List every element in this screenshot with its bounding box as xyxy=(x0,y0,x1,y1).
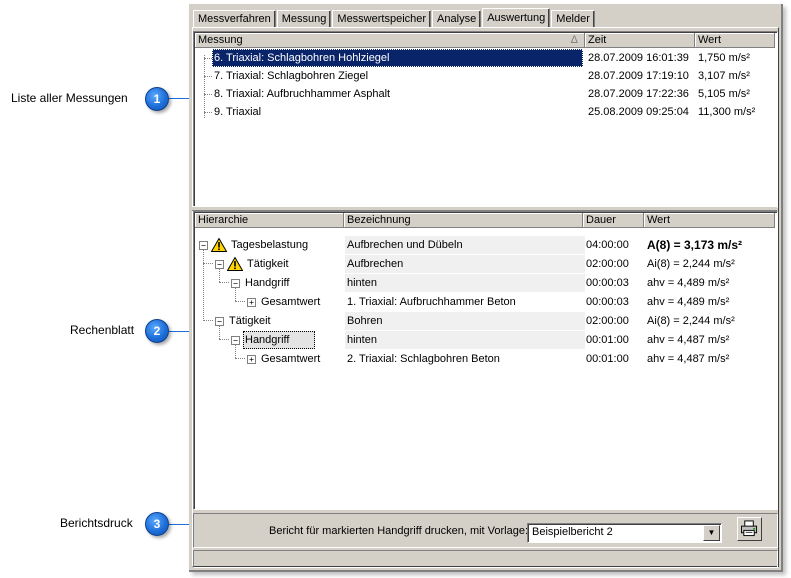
tab-analyse[interactable]: Analyse xyxy=(432,10,482,27)
warning-triangle-icon xyxy=(211,238,227,252)
value-cell: ahv = 4,489 m/s² xyxy=(647,296,730,308)
value-cell: ahv = 4,487 m/s² xyxy=(647,353,730,365)
measurement-row[interactable]: 9. Triaxial 25.08.2009 09:25:04 11,300 m… xyxy=(195,103,776,121)
worksheet-row[interactable]: − Tätigkeit Bohren 02:00:00 Ai(8) = 2,24… xyxy=(195,312,776,330)
callout-label-1: Liste aller Messungen xyxy=(11,91,128,105)
hierarchy-label: Tätigkeit xyxy=(247,258,289,270)
measurement-value: 5,105 m/s² xyxy=(698,88,750,100)
callout-label-3: Berichtsdruck xyxy=(60,516,133,530)
worksheet-row[interactable]: − Handgriff hinten 00:00:03 ahv = 4,489 … xyxy=(195,274,776,292)
callout-badge-2: 2 xyxy=(145,319,169,343)
hierarchy-label: Tagesbelastung xyxy=(231,239,309,251)
column-header-messung[interactable]: Messung Δ xyxy=(195,33,585,48)
measurement-time: 25.08.2009 09:25:04 xyxy=(588,106,689,118)
measurement-time: 28.07.2009 17:22:36 xyxy=(588,88,689,100)
duration-cell: 00:01:00 xyxy=(586,353,629,365)
collapse-icon[interactable]: − xyxy=(215,317,224,326)
measurement-row[interactable]: 7. Triaxial: Schlagbohren Ziegel 28.07.2… xyxy=(195,67,776,85)
hierarchy-label: Gesamtwert xyxy=(261,353,321,365)
duration-cell: 00:00:03 xyxy=(586,277,629,289)
measurement-name: 7. Triaxial: Schlagbohren Ziegel xyxy=(214,70,369,82)
tab-strip: Messverfahren Messung Messwertspeicher A… xyxy=(193,7,596,28)
column-header-wert[interactable]: Wert xyxy=(695,33,775,48)
measurement-value: 3,107 m/s² xyxy=(698,70,750,82)
warning-triangle-icon xyxy=(227,257,243,271)
hierarchy-label: Tätigkeit xyxy=(229,315,271,327)
report-template-select[interactable]: Beispielbericht 2 ▼ xyxy=(527,523,722,543)
description-cell: Bohren xyxy=(345,312,585,330)
expand-icon[interactable]: + xyxy=(247,298,256,307)
measurement-row[interactable]: 8. Triaxial: Aufbruchhammer Asphalt 28.0… xyxy=(195,85,776,103)
measurement-value: 1,750 m/s² xyxy=(698,52,750,64)
sort-ascending-icon: Δ xyxy=(570,34,578,46)
measurement-row[interactable]: 6. Triaxial: Schlagbohren Hohlziegel 28.… xyxy=(195,49,776,67)
tab-messung[interactable]: Messung xyxy=(276,10,332,27)
hierarchy-label: Handgriff xyxy=(245,277,290,289)
worksheet-row[interactable]: − Handgriff hinten 00:01:00 ahv = 4,487 … xyxy=(195,331,776,349)
hierarchy-label: Gesamtwert xyxy=(261,296,321,308)
tab-auswertung[interactable]: Auswertung xyxy=(482,8,551,28)
collapse-icon[interactable]: − xyxy=(199,241,208,250)
hierarchy-label: Handgriff xyxy=(243,331,315,349)
callout-badge-3: 3 xyxy=(145,512,169,536)
measurement-name: 8. Triaxial: Aufbruchhammer Asphalt xyxy=(214,88,391,100)
tab-messverfahren[interactable]: Messverfahren xyxy=(193,10,276,27)
status-bar xyxy=(193,550,778,568)
value-cell: ahv = 4,487 m/s² xyxy=(647,334,730,346)
worksheet-row[interactable]: + Gesamtwert 2. Triaxial: Schlagbohren B… xyxy=(195,350,776,368)
callout-label-2: Rechenblatt xyxy=(70,323,135,337)
collapse-icon[interactable]: − xyxy=(215,260,224,269)
description-cell: Aufbrechen xyxy=(345,255,585,273)
value-cell: A(8) = 3,173 m/s² xyxy=(647,238,743,252)
measurement-time: 28.07.2009 17:19:10 xyxy=(588,70,689,82)
column-header-wert-2[interactable]: Wert xyxy=(644,213,775,228)
duration-cell: 00:01:00 xyxy=(586,334,629,346)
duration-cell: 00:00:03 xyxy=(586,296,629,308)
column-header-hierarchie[interactable]: Hierarchie xyxy=(195,213,344,228)
application-window: Messverfahren Messung Messwertspeicher A… xyxy=(189,4,783,572)
value-cell: Ai(8) = 2,244 m/s² xyxy=(647,258,735,270)
duration-cell: 02:00:00 xyxy=(586,258,629,270)
tab-messwertspeicher[interactable]: Messwertspeicher xyxy=(332,10,432,27)
worksheet-row[interactable]: + Gesamtwert 1. Triaxial: Aufbruchhammer… xyxy=(195,293,776,311)
measurement-list[interactable]: Messung Δ Zeit Wert 6. Triaxial: Schlagb… xyxy=(193,31,778,208)
tab-melder[interactable]: Melder xyxy=(551,10,595,27)
worksheet-tree[interactable]: Hierarchie Bezeichnung Dauer Wert − Tage… xyxy=(193,211,778,510)
column-header-bezeichnung[interactable]: Bezeichnung xyxy=(344,213,583,228)
expand-icon[interactable]: + xyxy=(247,355,256,364)
print-button[interactable] xyxy=(737,517,762,541)
chevron-down-icon[interactable]: ▼ xyxy=(703,525,720,541)
description-cell: Aufbrechen und Dübeln xyxy=(345,236,585,254)
report-template-value: Beispielbericht 2 xyxy=(532,526,613,538)
measurement-time: 28.07.2009 16:01:39 xyxy=(588,52,689,64)
collapse-icon[interactable]: − xyxy=(231,279,240,288)
column-header-zeit[interactable]: Zeit xyxy=(585,33,695,48)
measurement-value: 11,300 m/s² xyxy=(698,106,756,118)
worksheet-row[interactable]: − Tätigkeit Aufbrechen 02:00:00 Ai(8) = … xyxy=(195,255,776,273)
worksheet-row[interactable]: − Tagesbelastung Aufbrechen und Dübeln 0… xyxy=(195,236,776,254)
collapse-icon[interactable]: − xyxy=(231,336,240,345)
report-label: Bericht für markierten Handgriff drucken… xyxy=(269,525,529,537)
value-cell: ahv = 4,489 m/s² xyxy=(647,277,730,289)
column-header-messung-label: Messung xyxy=(198,34,243,46)
duration-cell: 04:00:00 xyxy=(586,239,629,251)
description-cell: hinten xyxy=(345,331,585,349)
description-cell: 2. Triaxial: Schlagbohren Beton xyxy=(347,353,500,365)
printer-icon xyxy=(740,520,758,537)
measurement-name: 6. Triaxial: Schlagbohren Hohlziegel xyxy=(212,49,583,67)
duration-cell: 02:00:00 xyxy=(586,315,629,327)
callout-badge-1: 1 xyxy=(145,87,169,111)
description-cell: 1. Triaxial: Aufbruchhammer Beton xyxy=(347,296,516,308)
column-header-dauer[interactable]: Dauer xyxy=(583,213,644,228)
description-cell: hinten xyxy=(345,274,585,292)
value-cell: Ai(8) = 2,244 m/s² xyxy=(647,315,735,327)
measurement-name: 9. Triaxial xyxy=(214,106,262,118)
